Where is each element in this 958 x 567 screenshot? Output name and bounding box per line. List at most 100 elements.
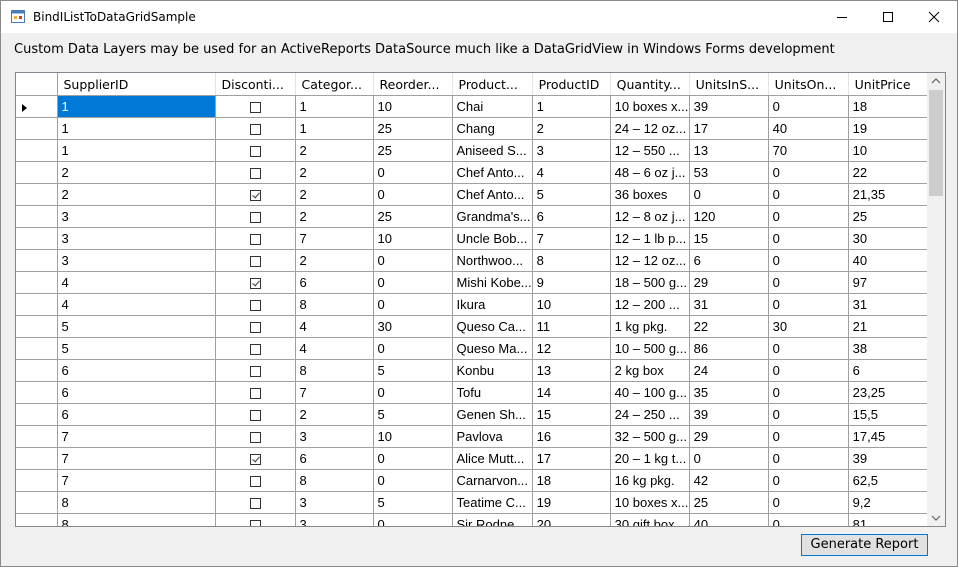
grid-cell[interactable]: 3	[57, 227, 216, 250]
grid-cell[interactable]: Carnarvon...	[452, 469, 533, 492]
column-header[interactable]: Product...	[452, 73, 533, 96]
discontinued-cell[interactable]	[215, 117, 296, 140]
checkbox[interactable]	[249, 278, 261, 290]
discontinued-cell[interactable]	[215, 447, 296, 470]
grid-cell[interactable]: 4	[532, 161, 611, 184]
grid-cell[interactable]: 30 gift box...	[610, 513, 690, 526]
row-header[interactable]	[16, 491, 58, 514]
grid-cell[interactable]: 0	[373, 337, 453, 360]
discontinued-cell[interactable]	[215, 293, 296, 316]
table-row[interactable]: 8 3 0 Sir Rodne... 20 30 gift box... 40 0 81	[16, 513, 929, 526]
grid-cell[interactable]: 15,5	[848, 403, 929, 426]
column-header[interactable]: UnitPrice	[848, 73, 929, 96]
table-row[interactable]: 4 8 0 Ikura 10 12 – 200 ... 31 0 31	[16, 293, 929, 316]
grid-cell[interactable]: 9	[532, 271, 611, 294]
table-row[interactable]: 2 2 0 Chef Anto... 5 36 boxes 0 0 21,35	[16, 183, 929, 206]
grid-cell[interactable]: 10	[532, 293, 611, 316]
grid-cell[interactable]: Grandma's...	[452, 205, 533, 228]
vertical-scrollbar[interactable]	[927, 73, 945, 526]
column-header[interactable]: Reorder...	[373, 73, 453, 96]
grid-cell[interactable]: 19	[532, 491, 611, 514]
discontinued-cell[interactable]	[215, 425, 296, 448]
table-row[interactable]: 3 7 10 Uncle Bob... 7 12 – 1 lb p... 15 0 30	[16, 227, 929, 250]
grid-cell[interactable]: 20 – 1 kg t...	[610, 447, 690, 470]
checkbox[interactable]	[249, 212, 261, 224]
row-header[interactable]	[16, 139, 58, 162]
grid-cell[interactable]: 19	[848, 117, 929, 140]
grid-cell[interactable]: 12 – 550 ...	[610, 139, 690, 162]
row-header[interactable]	[16, 425, 58, 448]
checkbox[interactable]	[249, 234, 261, 246]
grid-cell[interactable]: 8	[295, 293, 374, 316]
grid-cell[interactable]: 7	[57, 469, 216, 492]
grid-cell[interactable]: 18 – 500 g...	[610, 271, 690, 294]
discontinued-cell[interactable]	[215, 95, 296, 118]
grid-cell[interactable]: 11	[532, 315, 611, 338]
grid-cell[interactable]: 0	[373, 293, 453, 316]
grid-cell[interactable]: Konbu	[452, 359, 533, 382]
grid-cell[interactable]: 53	[689, 161, 769, 184]
grid-cell[interactable]: 2	[295, 205, 374, 228]
table-row[interactable]: 7 8 0 Carnarvon... 18 16 kg pkg. 42 0 62,5	[16, 469, 929, 492]
grid-cell[interactable]: 12 – 8 oz j...	[610, 205, 690, 228]
grid-cell[interactable]: 1	[57, 117, 216, 140]
column-header[interactable]: Quantity...	[610, 73, 690, 96]
grid-cell[interactable]: 18	[848, 95, 929, 118]
grid-cell[interactable]: 32 – 500 g...	[610, 425, 690, 448]
row-header[interactable]	[16, 315, 58, 338]
grid-cell[interactable]: 5	[373, 359, 453, 382]
row-header[interactable]	[16, 513, 58, 526]
grid-cell[interactable]: Chef Anto...	[452, 161, 533, 184]
grid-cell[interactable]: 3	[295, 513, 374, 526]
grid-cell[interactable]: 5	[373, 403, 453, 426]
grid-cell[interactable]: 4	[57, 293, 216, 316]
grid-cell[interactable]: 40	[768, 117, 849, 140]
column-header[interactable]: UnitsOn...	[768, 73, 849, 96]
grid-cell[interactable]: 62,5	[848, 469, 929, 492]
grid-cell[interactable]: Teatime C...	[452, 491, 533, 514]
grid-cell[interactable]: Pavlova	[452, 425, 533, 448]
grid-cell[interactable]: 97	[848, 271, 929, 294]
grid-cell[interactable]: 0	[373, 249, 453, 272]
grid-cell[interactable]: 0	[768, 205, 849, 228]
discontinued-cell[interactable]	[215, 337, 296, 360]
row-header[interactable]	[16, 469, 58, 492]
grid-cell[interactable]: 0	[768, 183, 849, 206]
grid-cell[interactable]: Aniseed S...	[452, 139, 533, 162]
grid-cell[interactable]: 13	[532, 359, 611, 382]
grid-cell[interactable]: 0	[768, 293, 849, 316]
grid-cell[interactable]: 7	[57, 447, 216, 470]
grid-cell[interactable]: Chai	[452, 95, 533, 118]
grid-cell[interactable]: 24 – 12 oz...	[610, 117, 690, 140]
grid-cell[interactable]: 70	[768, 139, 849, 162]
grid-cell[interactable]: 6	[295, 271, 374, 294]
grid-cell[interactable]: 48 – 6 oz j...	[610, 161, 690, 184]
grid-cell[interactable]: 29	[689, 425, 769, 448]
table-row[interactable]: 1 1 25 Chang 2 24 – 12 oz... 17 40 19	[16, 117, 929, 140]
grid-cell[interactable]: 2	[295, 139, 374, 162]
grid-cell[interactable]: 8	[532, 249, 611, 272]
grid-cell[interactable]: 5	[57, 315, 216, 338]
row-header[interactable]	[16, 183, 58, 206]
grid-cell[interactable]: Chang	[452, 117, 533, 140]
grid-cell[interactable]: 6	[57, 381, 216, 404]
grid-cell[interactable]: 0	[768, 513, 849, 526]
grid-cell[interactable]: 9,2	[848, 491, 929, 514]
grid-cell[interactable]: 13	[689, 139, 769, 162]
table-row[interactable]: 6 2 5 Genen Sh... 15 24 – 250 ... 39 0 15,5	[16, 403, 929, 426]
table-row[interactable]: 4 6 0 Mishi Kobe... 9 18 – 500 g... 29 0 97	[16, 271, 929, 294]
checkbox[interactable]	[249, 344, 261, 356]
table-row[interactable]: 7 6 0 Alice Mutt... 17 20 – 1 kg t... 0 0 39	[16, 447, 929, 470]
grid-cell[interactable]: 10	[373, 227, 453, 250]
grid-cell[interactable]: Alice Mutt...	[452, 447, 533, 470]
grid-cell[interactable]: 2	[57, 161, 216, 184]
grid-cell[interactable]: 0	[373, 513, 453, 526]
grid-cell[interactable]: 6	[848, 359, 929, 382]
grid-cell[interactable]: 31	[689, 293, 769, 316]
grid-cell[interactable]: 3	[532, 139, 611, 162]
grid-cell[interactable]: 86	[689, 337, 769, 360]
row-header[interactable]	[16, 249, 58, 272]
grid-cell[interactable]: 1	[295, 95, 374, 118]
grid-cell[interactable]: 3	[57, 205, 216, 228]
row-header[interactable]	[16, 205, 58, 228]
